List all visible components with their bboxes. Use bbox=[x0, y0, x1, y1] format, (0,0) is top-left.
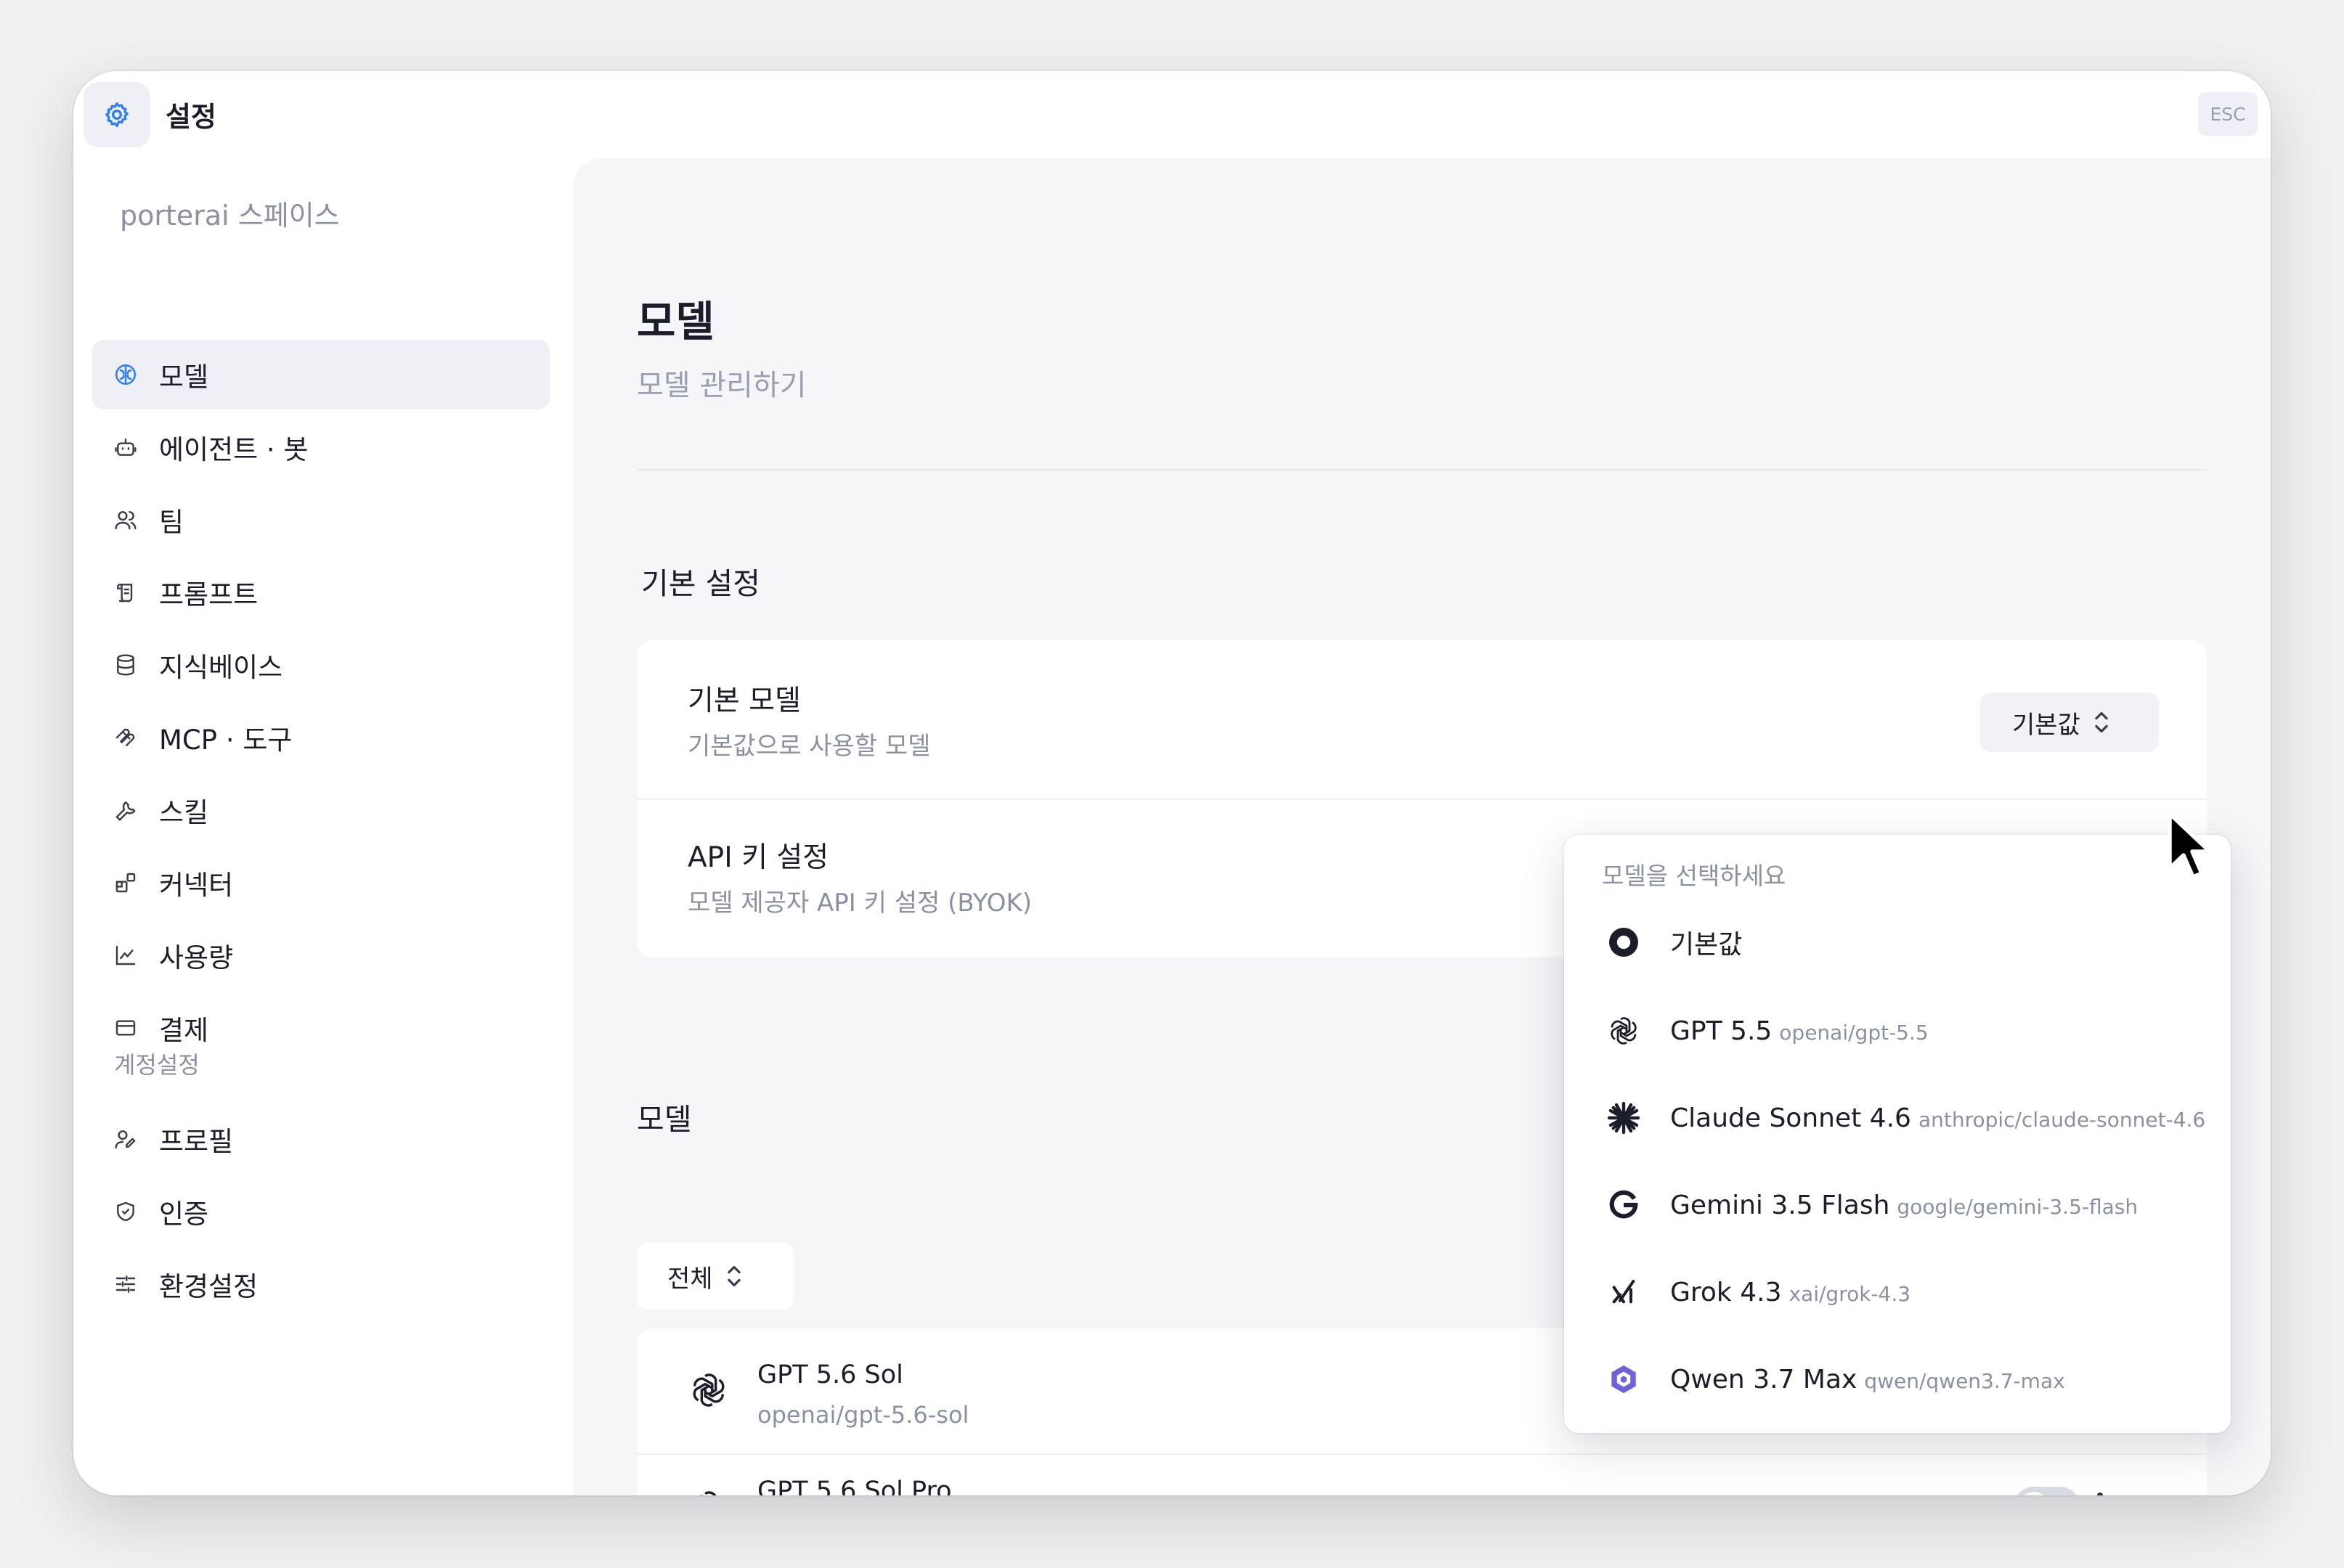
default-model-subtitle: 기본값으로 사용할 모델 bbox=[688, 732, 931, 761]
sidebar-item-label: 프롬프트 bbox=[159, 579, 259, 611]
row-divider bbox=[637, 799, 2207, 800]
sliders-icon bbox=[113, 1271, 139, 1297]
sidebar-item-label: 환경설정 bbox=[159, 1271, 259, 1302]
model-id: openai/gpt-5.6-sol bbox=[757, 1401, 969, 1429]
openai-icon bbox=[688, 1369, 730, 1414]
dropdown-header: 모델을 선택하세요 bbox=[1602, 862, 1786, 890]
models-section-title: 모델 bbox=[637, 1102, 692, 1137]
filter-select[interactable]: 전체 bbox=[637, 1243, 794, 1310]
user-pen-icon bbox=[113, 1126, 139, 1152]
option-name: GPT 5.5 bbox=[1670, 1016, 1773, 1046]
api-key-title: API 키 설정 bbox=[688, 841, 829, 874]
shield-icon bbox=[113, 1199, 139, 1225]
title-bar: 설정 ESC bbox=[73, 71, 2271, 158]
sidebar-item-profile[interactable]: 프로필 bbox=[92, 1104, 550, 1174]
users-icon bbox=[113, 507, 139, 533]
default-model-title: 기본 모델 bbox=[688, 685, 801, 717]
chevron-up-down-icon bbox=[2093, 711, 2109, 734]
sidebar-item-label: 프로필 bbox=[159, 1126, 234, 1157]
mouse-cursor-icon bbox=[2166, 810, 2217, 886]
toggle-knob bbox=[2019, 1492, 2049, 1495]
sidebar-item-label: 인증 bbox=[159, 1199, 209, 1230]
option-id: qwen/qwen3.7-max bbox=[1864, 1368, 2065, 1393]
option-id: openai/gpt-5.5 bbox=[1779, 1020, 1929, 1045]
sidebar-item-knowledge[interactable]: 지식베이스 bbox=[92, 630, 550, 700]
sidebar-item-prompts[interactable]: 프롬프트 bbox=[92, 558, 550, 627]
sidebar-item-label: 스킬 bbox=[159, 797, 209, 828]
option-id: xai/grok-4.3 bbox=[1788, 1281, 1911, 1306]
settings-window: 설정 ESC porterai 스페이스 모델 에이전트 · 봇 팀 프롬프트 … bbox=[73, 71, 2271, 1495]
filter-value: 전체 bbox=[667, 1264, 713, 1294]
sidebar: porterai 스페이스 모델 에이전트 · 봇 팀 프롬프트 지식베이스 M… bbox=[73, 158, 573, 1495]
sidebar-item-label: 에이전트 · 봇 bbox=[159, 434, 309, 465]
anthropic-icon bbox=[1605, 1099, 1643, 1137]
bot-icon bbox=[113, 434, 139, 460]
model-option-gemini-3-5-flash[interactable]: Gemini 3.5 Flash google/gemini-3.5-flash bbox=[1589, 1170, 2206, 1240]
radio-selected-icon bbox=[1605, 923, 1643, 961]
window-title: 설정 bbox=[166, 101, 216, 133]
divider bbox=[637, 469, 2207, 470]
scroll-icon bbox=[113, 579, 139, 605]
qwen-icon bbox=[1605, 1360, 1643, 1398]
sidebar-item-team[interactable]: 팀 bbox=[92, 485, 550, 555]
sidebar-item-mcp[interactable]: MCP · 도구 bbox=[92, 703, 550, 772]
esc-button[interactable]: ESC bbox=[2198, 92, 2258, 136]
blocks-icon bbox=[113, 870, 139, 896]
model-select-dropdown: 모델을 선택하세요 기본값 GPT 5.5 openai/gpt-5.5 Cla… bbox=[1564, 835, 2231, 1433]
option-name: Gemini 3.5 Flash bbox=[1670, 1190, 1890, 1220]
chart-icon bbox=[113, 942, 139, 968]
model-option-claude-sonnet-4-6[interactable]: Claude Sonnet 4.6 anthropic/claude-sonnet… bbox=[1589, 1083, 2206, 1153]
brain-icon bbox=[113, 362, 139, 388]
api-key-subtitle: 모델 제공자 API 키 설정 (BYOK) bbox=[688, 889, 1033, 918]
sidebar-item-models[interactable]: 모델 bbox=[92, 340, 550, 409]
model-row[interactable]: GPT 5.6 Sol Pro openai/gpt-5.6-sol-pro bbox=[637, 1455, 2207, 1495]
wrench-icon bbox=[113, 797, 139, 823]
option-id: google/gemini-3.5-flash bbox=[1897, 1194, 2139, 1219]
default-model-value: 기본값 bbox=[2012, 710, 2080, 740]
google-icon bbox=[1605, 1186, 1643, 1224]
sidebar-item-skills[interactable]: 스킬 bbox=[92, 775, 550, 845]
page-subtitle: 모델 관리하기 bbox=[637, 369, 807, 402]
sidebar-item-agents[interactable]: 에이전트 · 봇 bbox=[92, 412, 550, 482]
sidebar-item-usage[interactable]: 사용량 bbox=[92, 920, 550, 990]
workspace-label: porterai 스페이스 bbox=[120, 200, 340, 232]
option-id: anthropic/claude-sonnet-4.6 bbox=[1918, 1107, 2206, 1132]
sidebar-item-label: 모델 bbox=[159, 362, 209, 393]
card-icon bbox=[113, 1015, 139, 1041]
model-option-grok-4-3[interactable]: Grok 4.3 xai/grok-4.3 bbox=[1589, 1257, 2206, 1327]
sidebar-item-connectors[interactable]: 커넥터 bbox=[92, 848, 550, 918]
sidebar-item-label: 커넥터 bbox=[159, 870, 234, 901]
model-option-default[interactable]: 기본값 bbox=[1589, 907, 2206, 977]
account-section-label: 계정설정 bbox=[114, 1051, 200, 1079]
page-title: 모델 bbox=[637, 297, 715, 346]
sidebar-item-preferences[interactable]: 환경설정 bbox=[92, 1249, 550, 1319]
option-name: Qwen 3.7 Max bbox=[1670, 1364, 1857, 1395]
sidebar-item-label: 결제 bbox=[159, 1015, 209, 1046]
mcp-icon bbox=[113, 724, 139, 751]
openai-icon bbox=[1605, 1012, 1643, 1050]
openai-icon bbox=[688, 1487, 730, 1495]
sidebar-item-label: 지식베이스 bbox=[159, 652, 283, 683]
default-model-select[interactable]: 기본값 bbox=[1980, 693, 2159, 752]
option-name: Grok 4.3 bbox=[1670, 1277, 1782, 1307]
model-option-gpt-5-5[interactable]: GPT 5.5 openai/gpt-5.5 bbox=[1589, 996, 2206, 1066]
model-enable-toggle[interactable] bbox=[2014, 1487, 2080, 1495]
sidebar-item-label: 팀 bbox=[159, 507, 184, 538]
option-name: 기본값 bbox=[1670, 930, 1743, 960]
model-name: GPT 5.6 Sol bbox=[757, 1360, 903, 1389]
sidebar-item-label: 사용량 bbox=[159, 942, 234, 973]
sidebar-item-label: MCP · 도구 bbox=[159, 724, 293, 756]
database-icon bbox=[113, 652, 139, 678]
model-name: GPT 5.6 Sol Pro bbox=[757, 1477, 952, 1495]
option-name: Claude Sonnet 4.6 bbox=[1670, 1103, 1911, 1133]
basic-settings-title: 기본 설정 bbox=[641, 566, 760, 601]
sidebar-item-auth[interactable]: 인증 bbox=[92, 1177, 550, 1246]
gear-icon bbox=[84, 82, 150, 147]
xai-icon bbox=[1605, 1273, 1643, 1311]
more-options-icon[interactable] bbox=[2089, 1485, 2111, 1495]
chevron-up-down-icon bbox=[726, 1265, 742, 1288]
model-option-qwen-3-7-max[interactable]: Qwen 3.7 Max qwen/qwen3.7-max bbox=[1589, 1344, 2206, 1414]
